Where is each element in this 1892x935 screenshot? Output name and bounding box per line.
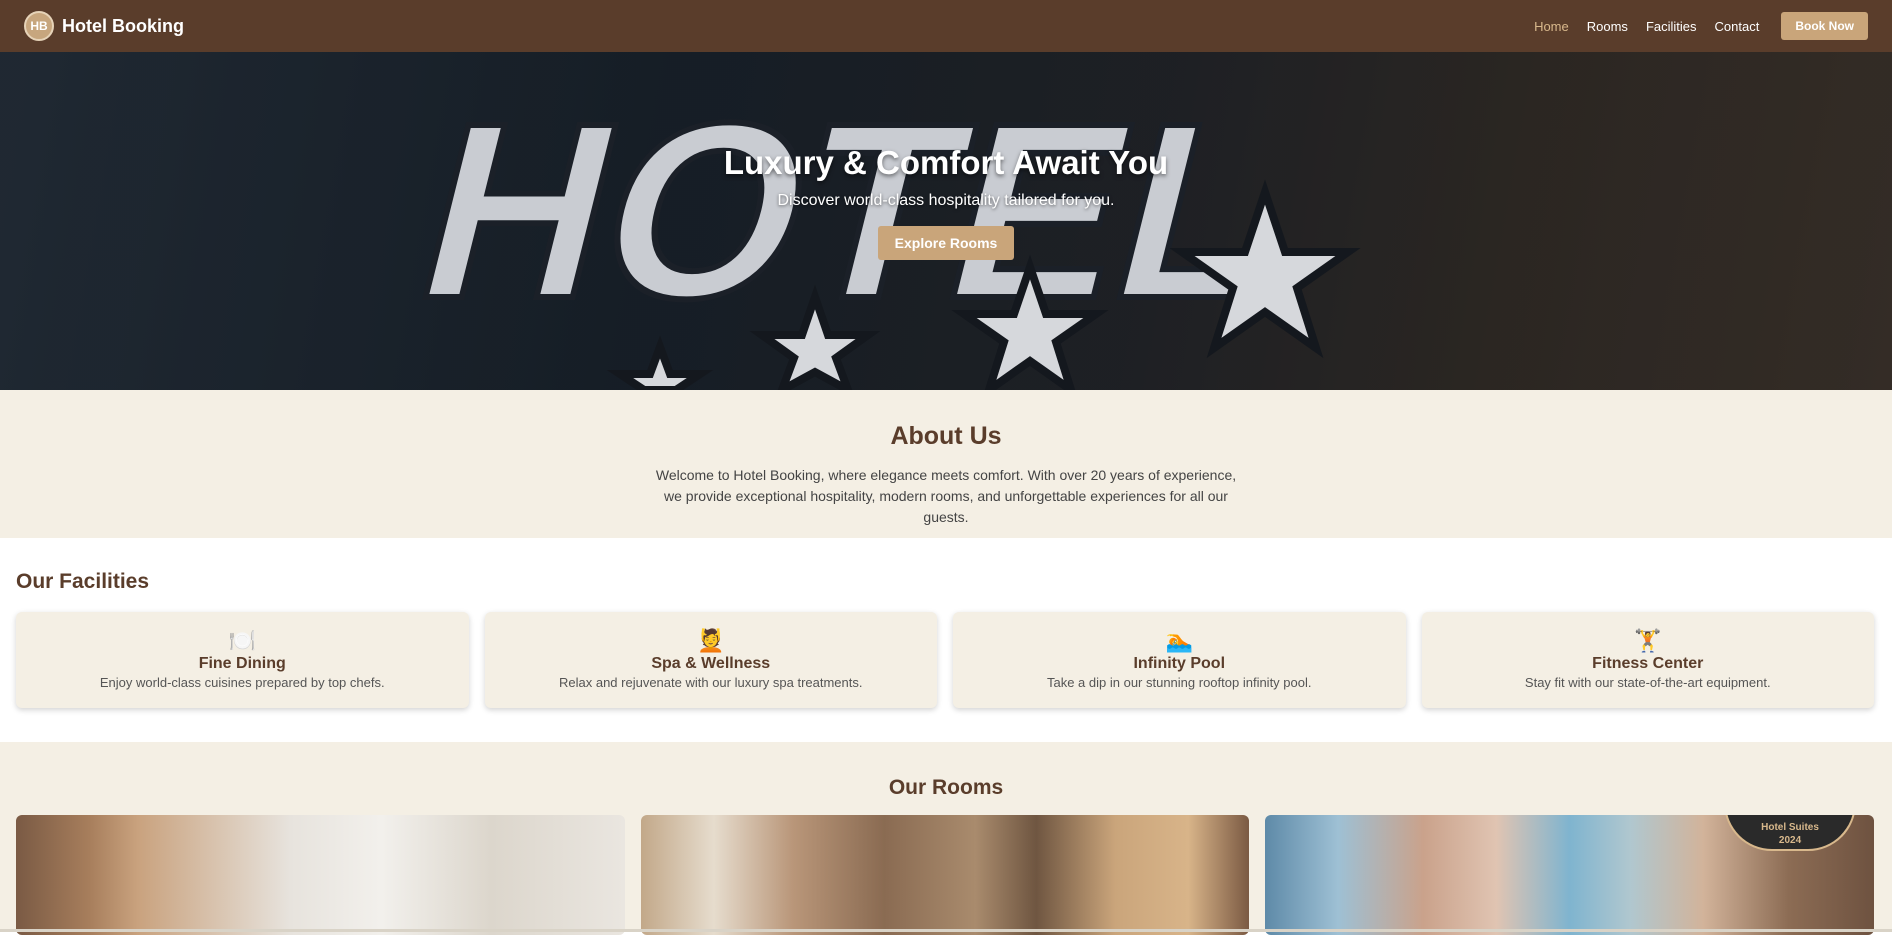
nav-link-home[interactable]: Home [1534,19,1569,34]
badge-line: Hotel Suites [1761,822,1819,833]
about-text: Welcome to Hotel Booking, where elegance… [655,467,1237,525]
facility-name: Spa & Wellness [651,655,771,672]
facility-card-fitness: 🏋️ Fitness Center Stay fit with our stat… [1421,612,1874,708]
facility-desc: Relax and rejuvenate with our luxury spa… [559,675,863,690]
fitness-icon: 🏋️ [1634,628,1662,653]
facilities-grid: 🍽️ Fine Dining Enjoy world-class cuisine… [16,612,1874,708]
nav-links: Home Rooms Facilities Contact Book Now [1534,12,1868,40]
facility-card-pool: 🏊 Infinity Pool Take a dip in our stunni… [953,612,1406,708]
room-card-image[interactable] [640,815,1250,935]
badge-year: 2024 [1778,835,1802,846]
rooms-grid: Hotel Suites 2024 [16,815,1875,935]
brand-name: Hotel Booking [62,15,184,36]
facility-card-spa: 💆 Spa & Wellness Relax and rejuvenate wi… [484,612,937,708]
about-section: About Us Welcome to Hotel Booking, where… [0,390,1892,538]
facilities-title: Our Facilities [16,570,150,593]
hero-banner: HOTEL Luxury & Comfort Await You Discove… [0,52,1892,390]
book-now-button[interactable]: Book Now [1781,12,1868,40]
facility-desc: Take a dip in our stunning rooftop infin… [1046,675,1312,690]
rooms-section: Our Rooms Hotel Suites 2024 [0,742,1892,935]
facility-desc: Enjoy world-class cuisines prepared by t… [99,675,385,690]
facility-name: Fine Dining [198,655,286,672]
hero-title: Luxury & Comfort Await You [723,144,1169,181]
brand-logo: HB [24,11,54,41]
nav-link-rooms[interactable]: Rooms [1587,19,1628,34]
facilities-section: Our Facilities 🍽️ Fine Dining Enjoy worl… [0,538,1892,742]
explore-rooms-button[interactable]: Explore Rooms [877,226,1015,260]
dining-icon: 🍽️ [228,628,256,653]
pool-icon: 🏊 [1165,628,1193,653]
hero-subtitle: Discover world-class hospitality tailore… [777,192,1115,209]
facility-name: Fitness Center [1592,655,1704,672]
room-card-image[interactable]: Hotel Suites 2024 [1265,815,1875,935]
hero-content: Luxury & Comfort Await You Discover worl… [0,144,1892,260]
brand[interactable]: HB Hotel Booking [24,11,184,41]
nav-link-facilities[interactable]: Facilities [1646,19,1697,34]
rooms-title: Our Rooms [888,776,1004,799]
room-card-image[interactable] [16,815,625,935]
spa-icon: 💆 [697,628,725,653]
navbar: HB Hotel Booking Home Rooms Facilities C… [0,0,1892,52]
facility-card-dining: 🍽️ Fine Dining Enjoy world-class cuisine… [16,612,469,708]
nav-link-contact[interactable]: Contact [1715,19,1760,34]
hotel-suites-badge: Hotel Suites 2024 [1724,815,1857,851]
about-title: About Us [890,422,1002,450]
facility-desc: Stay fit with our state-of-the-art equip… [1524,675,1771,690]
facility-name: Infinity Pool [1133,655,1226,672]
